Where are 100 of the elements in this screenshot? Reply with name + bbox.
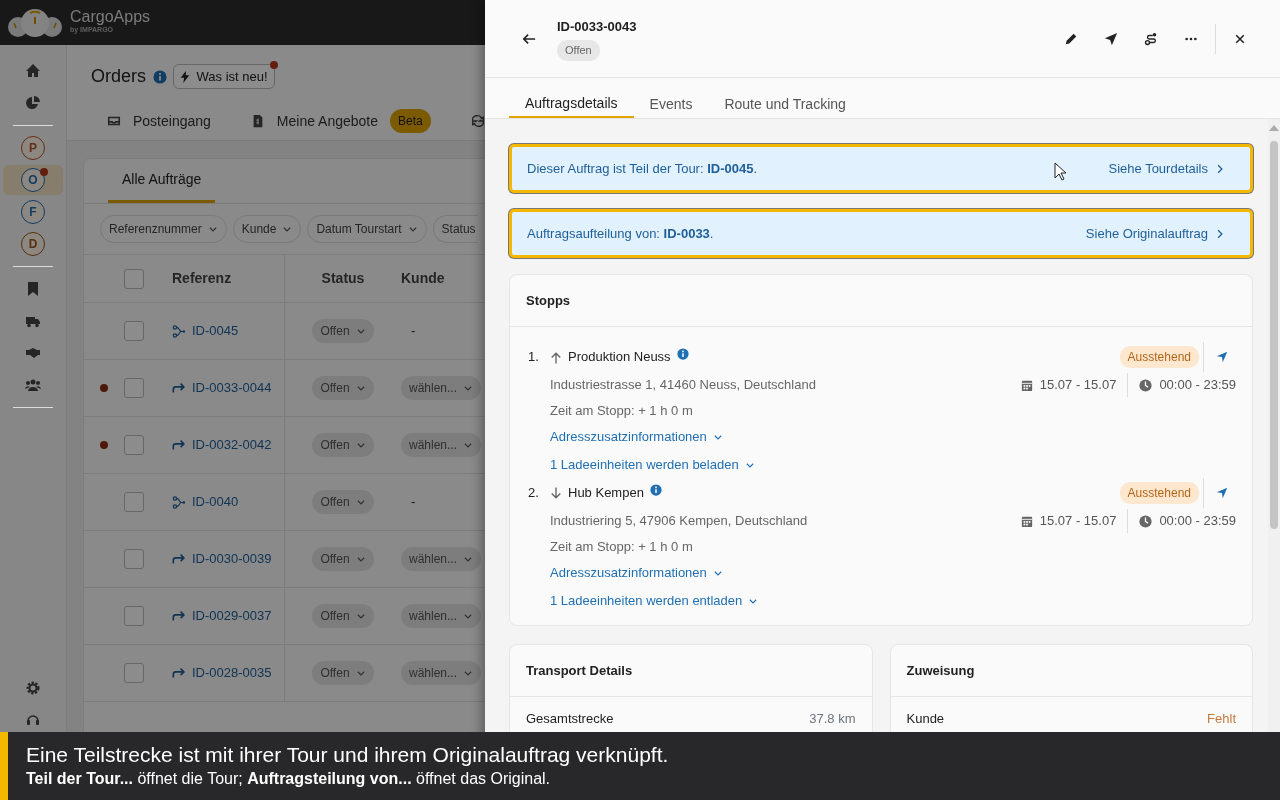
stop-number: 1.: [528, 348, 540, 367]
field-value: Fehlt: [1207, 710, 1236, 729]
chevron-down-icon: [355, 554, 366, 564]
brand-name: CargoApps: [70, 9, 151, 26]
customer-dropdown[interactable]: wählen...: [401, 376, 482, 400]
whats-new-button[interactable]: Was ist neu!: [173, 63, 275, 90]
chevron-down-icon: [355, 497, 366, 507]
customer-dropdown[interactable]: wählen...: [401, 433, 482, 457]
info-icon[interactable]: [676, 348, 689, 360]
chevron-down-icon: [712, 568, 723, 578]
refresh-icon[interactable]: [470, 114, 485, 128]
order-link[interactable]: ID-0029-0037: [172, 606, 272, 626]
order-state-select[interactable]: Offen: [312, 490, 374, 514]
close-icon: [1234, 32, 1246, 45]
app-switcher-item[interactable]: P: [3, 133, 63, 163]
app-avatar: O: [21, 168, 45, 192]
detail-tab[interactable]: Events: [633, 78, 709, 118]
up-arrow-icon: [550, 350, 562, 364]
chevron-down-icon: [355, 326, 366, 336]
filter-dropdown[interactable]: Status: [432, 215, 478, 243]
order-state-select[interactable]: Offen: [312, 604, 374, 628]
expand-link[interactable]: 1 Ladeeinheiten werden beladen: [550, 451, 755, 479]
headset-icon[interactable]: [25, 712, 41, 728]
list-tab[interactable]: Alle Aufträge: [108, 159, 216, 203]
expand-link[interactable]: Adresszusatzinformationen: [550, 423, 723, 451]
row-checkbox[interactable]: [124, 321, 144, 341]
stop-address: Industriestrasse 1, 41460 Neuss, Deutschland: [550, 376, 816, 395]
stop-date: 15.07 - 15.07: [1039, 512, 1117, 531]
info-icon[interactable]: [649, 484, 662, 496]
card-title: Stopps: [510, 275, 1252, 327]
column-header: Kunde: [401, 270, 445, 286]
app-switcher-item[interactable]: D: [3, 229, 63, 259]
page-tab[interactable]: Posteingang: [87, 103, 231, 139]
customer-dropdown[interactable]: wählen...: [401, 547, 482, 571]
row-checkbox[interactable]: [124, 378, 144, 398]
order-link[interactable]: ID-0045: [172, 321, 239, 341]
chevron-down-icon: [355, 668, 366, 678]
row-checkbox[interactable]: [124, 492, 144, 512]
notice-link[interactable]: Siehe Tourdetails: [1108, 158, 1224, 179]
info-icon[interactable]: [152, 69, 167, 84]
filter-dropdown[interactable]: Datum Tourstart: [307, 215, 427, 243]
down-arrow-icon: [550, 486, 562, 500]
forward-arrow-icon: [172, 609, 186, 623]
notice-link[interactable]: Siehe Originalauftrag: [1085, 223, 1224, 244]
stop-number: 2.: [528, 484, 540, 503]
field-value: 37.8 km: [809, 710, 856, 729]
order-id: ID-0033-0043: [557, 17, 637, 36]
lightning-icon: [180, 70, 190, 83]
order-link[interactable]: ID-0032-0042: [172, 435, 272, 455]
stop-time: 00:00 - 23:59: [1159, 512, 1236, 531]
navigation-arrow-icon: [1216, 487, 1228, 499]
detail-tab[interactable]: Route und Tracking: [708, 78, 862, 118]
order-link[interactable]: ID-0028-0035: [172, 663, 272, 683]
row-checkbox[interactable]: [124, 549, 144, 569]
notice-text: Dieser Auftrag ist Teil der Tour: ID-0045.: [527, 159, 758, 178]
customer-dropdown[interactable]: wählen...: [401, 661, 482, 685]
users-icon[interactable]: [25, 377, 41, 393]
edit-icon: [1064, 31, 1078, 46]
select-all-checkbox[interactable]: [124, 268, 144, 289]
navigation-arrow-icon: [1216, 351, 1228, 363]
chevron-right-icon: [1216, 163, 1224, 174]
row-checkbox[interactable]: [124, 663, 144, 683]
pie-chart-icon[interactable]: [25, 95, 41, 111]
filter-dropdown[interactable]: Referenznummer: [100, 215, 227, 243]
order-state-select[interactable]: Offen: [312, 433, 374, 457]
app-switcher-item[interactable]: O: [3, 165, 63, 195]
order-state-select[interactable]: Offen: [312, 319, 374, 343]
card-title: Transport Details: [510, 645, 872, 697]
forward-arrow-icon: [172, 381, 186, 395]
expand-link[interactable]: 1 Ladeeinheiten werden entladen: [550, 587, 759, 615]
bookmark-icon[interactable]: [25, 281, 41, 297]
row-checkbox[interactable]: [124, 606, 144, 626]
customer-dropdown[interactable]: wählen...: [401, 604, 482, 628]
chevron-down-icon: [207, 224, 218, 234]
chevron-down-icon: [282, 224, 293, 234]
calendar-icon: [1020, 378, 1033, 392]
clock-icon: [1139, 514, 1153, 528]
order-state-select[interactable]: Offen: [312, 661, 374, 685]
stop-time: 00:00 - 23:59: [1159, 376, 1236, 395]
chevron-down-icon: [748, 596, 759, 606]
order-state-select[interactable]: Offen: [312, 547, 374, 571]
stop-duration: Zeit am Stopp: + 1 h 0 m: [550, 402, 693, 421]
order-link[interactable]: ID-0033-0044: [172, 378, 272, 398]
page-tab[interactable]: Meine Angebote Beta: [230, 103, 451, 139]
row-checkbox[interactable]: [124, 435, 144, 455]
table-cell: -: [411, 494, 416, 510]
app-switcher-item[interactable]: F: [3, 197, 63, 227]
scrollbar[interactable]: [1268, 119, 1280, 732]
expand-link[interactable]: Adresszusatzinformationen: [550, 559, 723, 587]
app-avatar: P: [21, 136, 45, 160]
logo-icon: [6, 6, 64, 39]
order-link[interactable]: ID-0030-0039: [172, 549, 272, 569]
detail-tab[interactable]: Auftragsdetails: [509, 78, 634, 118]
chevron-down-icon: [355, 440, 366, 450]
order-link[interactable]: ID-0040: [172, 492, 239, 512]
filter-dropdown[interactable]: Kunde: [232, 215, 302, 243]
forward-arrow-icon: [172, 552, 186, 566]
order-state-select[interactable]: Offen: [312, 376, 374, 400]
settings-icon[interactable]: [25, 680, 41, 696]
home-icon[interactable]: [25, 63, 41, 79]
